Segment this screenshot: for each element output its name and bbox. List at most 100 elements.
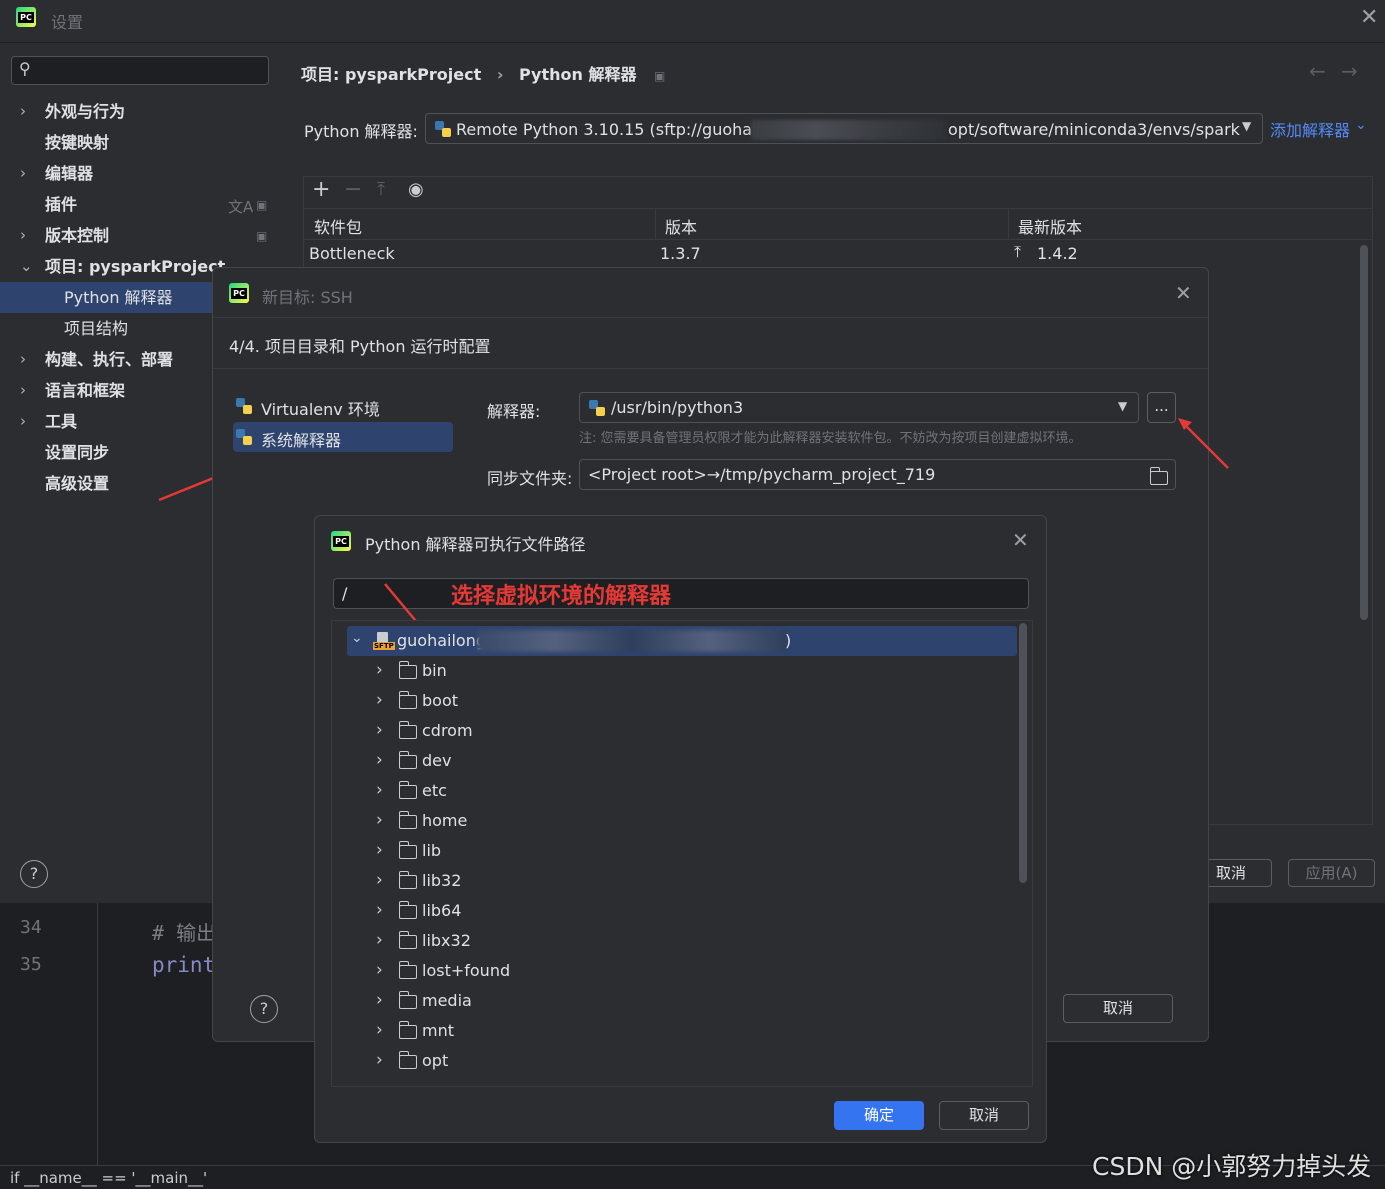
forward-arrow-icon[interactable]: →	[1341, 59, 1358, 83]
annotation-arrow	[1178, 418, 1229, 469]
chevron-right-icon[interactable]: ›	[376, 1045, 383, 1075]
folder-label: media	[422, 991, 472, 1010]
scrollbar[interactable]	[1019, 623, 1027, 883]
tree-folder-row[interactable]: › bin	[332, 656, 1022, 686]
folder-icon	[398, 811, 417, 829]
root-label: guohailong	[397, 631, 487, 650]
cancel-button[interactable]: 取消	[1063, 994, 1173, 1023]
tree-folder-row[interactable]: › boot	[332, 686, 1022, 716]
close-icon[interactable]: ✕	[1175, 281, 1192, 305]
tree-folder-row[interactable]: › dev	[332, 746, 1022, 776]
upgrade-icon[interactable]: ⤒	[377, 179, 385, 200]
folder-icon	[398, 751, 417, 769]
chevron-right-icon[interactable]: ›	[376, 925, 383, 955]
tree-folder-row[interactable]: › lib	[332, 836, 1022, 866]
add-icon[interactable]: +	[312, 177, 330, 202]
env-type-item[interactable]: Virtualenv 环境	[233, 392, 453, 420]
column-header[interactable]: 最新版本	[1018, 214, 1082, 238]
tree-folder-row[interactable]: › media	[332, 986, 1022, 1016]
chevron-right-icon[interactable]: ›	[376, 655, 383, 685]
python-icon	[236, 398, 252, 414]
chevron-icon: ›	[20, 350, 26, 368]
watermark: CSDN @小郭努力掉头发	[1092, 1152, 1372, 1181]
sidebar-item[interactable]: › 外观与行为	[0, 96, 282, 127]
tree-folder-row[interactable]: › opt	[332, 1046, 1022, 1076]
pycharm-icon: PC	[229, 283, 249, 303]
search-input[interactable]: ⚲	[11, 56, 269, 85]
chevron-right-icon[interactable]: ›	[376, 805, 383, 835]
scope-icon: ▣	[256, 229, 268, 243]
chevron-icon: ›	[20, 164, 26, 182]
close-icon[interactable]: ✕	[1360, 5, 1378, 30]
folder-icon	[398, 901, 417, 919]
close-icon[interactable]: ✕	[1012, 528, 1029, 552]
folder-label: bin	[422, 661, 447, 680]
chevron-right-icon[interactable]: ›	[376, 865, 383, 895]
back-arrow-icon[interactable]: ←	[1309, 59, 1326, 83]
apply-button[interactable]: 应用(A)	[1288, 859, 1375, 887]
column-header[interactable]: 软件包	[314, 214, 362, 238]
chevron-down-icon[interactable]: ⌄	[1355, 117, 1367, 133]
folder-icon	[398, 721, 417, 739]
folder-list: › bin › boot › cdrom › dev › etc › home › lib › lib32 › l…	[332, 656, 1022, 1076]
tree-folder-row[interactable]: › home	[332, 806, 1022, 836]
chevron-icon: ›	[20, 412, 26, 430]
chevron-down-icon[interactable]: ⌄	[351, 630, 363, 646]
scrollbar[interactable]	[1360, 245, 1368, 620]
scope-icon: ▣	[256, 198, 268, 212]
pycharm-icon: PC	[331, 531, 351, 551]
sidebar-item[interactable]: › 编辑器	[0, 158, 282, 189]
interpreter-label: Python 解释器:	[304, 122, 418, 141]
folder-icon	[398, 691, 417, 709]
chevron-right-icon[interactable]: ›	[376, 775, 383, 805]
table-row[interactable]: Bottleneck 1.3.7 ⤒ 1.4.2	[304, 240, 1372, 268]
chevron-right-icon[interactable]: ›	[376, 985, 383, 1015]
path-input[interactable]: /	[333, 578, 1029, 609]
add-interpreter-link[interactable]: 添加解释器	[1270, 117, 1350, 141]
eye-icon[interactable]: ◉	[408, 179, 424, 200]
tree-folder-row[interactable]: › lib64	[332, 896, 1022, 926]
redacted-block	[751, 120, 946, 140]
tree-folder-row[interactable]: › mnt	[332, 1016, 1022, 1046]
chevron-right-icon[interactable]: ›	[376, 685, 383, 715]
sidebar-item-label: Python 解释器	[64, 288, 173, 307]
cancel-button[interactable]: 取消	[939, 1101, 1029, 1130]
folder-label: etc	[422, 781, 447, 800]
sidebar-item[interactable]: › 版本控制	[0, 220, 282, 251]
sync-folder-value: <Project root>→/tmp/pycharm_project_719	[588, 465, 936, 484]
chevron-right-icon[interactable]: ›	[376, 745, 383, 775]
help-button[interactable]: ?	[250, 995, 278, 1023]
chevron-right-icon[interactable]: ›	[376, 835, 383, 865]
sidebar-item-label: 工具	[45, 412, 78, 431]
tree-folder-row[interactable]: › etc	[332, 776, 1022, 806]
ok-button[interactable]: 确定	[834, 1101, 924, 1130]
step-title: 4/4. 项目目录和 Python 运行时配置	[229, 337, 491, 356]
column-header[interactable]: 版本	[665, 214, 697, 238]
interpreter-value: /usr/bin/python3	[611, 398, 744, 417]
chevron-right-icon[interactable]: ›	[376, 715, 383, 745]
sidebar-item[interactable]: 按键映射	[0, 127, 282, 158]
chevron-right-icon[interactable]: ›	[376, 1015, 383, 1045]
interpreter-combobox[interactable]: Remote Python 3.10.15 (sftp://guohail op…	[425, 113, 1263, 144]
chevron-right-icon[interactable]: ›	[376, 955, 383, 985]
chevron-right-icon[interactable]: ›	[376, 895, 383, 925]
remove-icon[interactable]: −	[344, 177, 362, 202]
tree-folder-row[interactable]: › libx32	[332, 926, 1022, 956]
tree-folder-row[interactable]: › lost+found	[332, 956, 1022, 986]
folder-label: lib32	[422, 871, 462, 890]
sync-folder-field[interactable]: <Project root>→/tmp/pycharm_project_719	[579, 459, 1176, 490]
breadcrumb-project[interactable]: 项目: pysparkProject	[301, 65, 481, 84]
folder-label: lib	[422, 841, 442, 860]
breadcrumb: 项目: pysparkProject › Python 解释器 ▣	[301, 61, 665, 85]
chevron-icon: ›	[20, 226, 26, 244]
tree-folder-row[interactable]: › cdrom	[332, 716, 1022, 746]
interpreter-combobox[interactable]: /usr/bin/python3 ▼	[579, 392, 1139, 423]
sidebar-item-label: 外观与行为	[45, 102, 126, 121]
folder-icon[interactable]	[1149, 466, 1172, 486]
env-type-item[interactable]: 系统解释器	[233, 422, 453, 452]
tree-folder-row[interactable]: › lib32	[332, 866, 1022, 896]
translate-icon[interactable]: 文A	[228, 196, 253, 217]
editor-gutter	[0, 903, 98, 1165]
tree-root-row[interactable]: ⌄ SFTP guohailong )	[347, 626, 1017, 656]
help-button[interactable]: ?	[20, 860, 48, 888]
